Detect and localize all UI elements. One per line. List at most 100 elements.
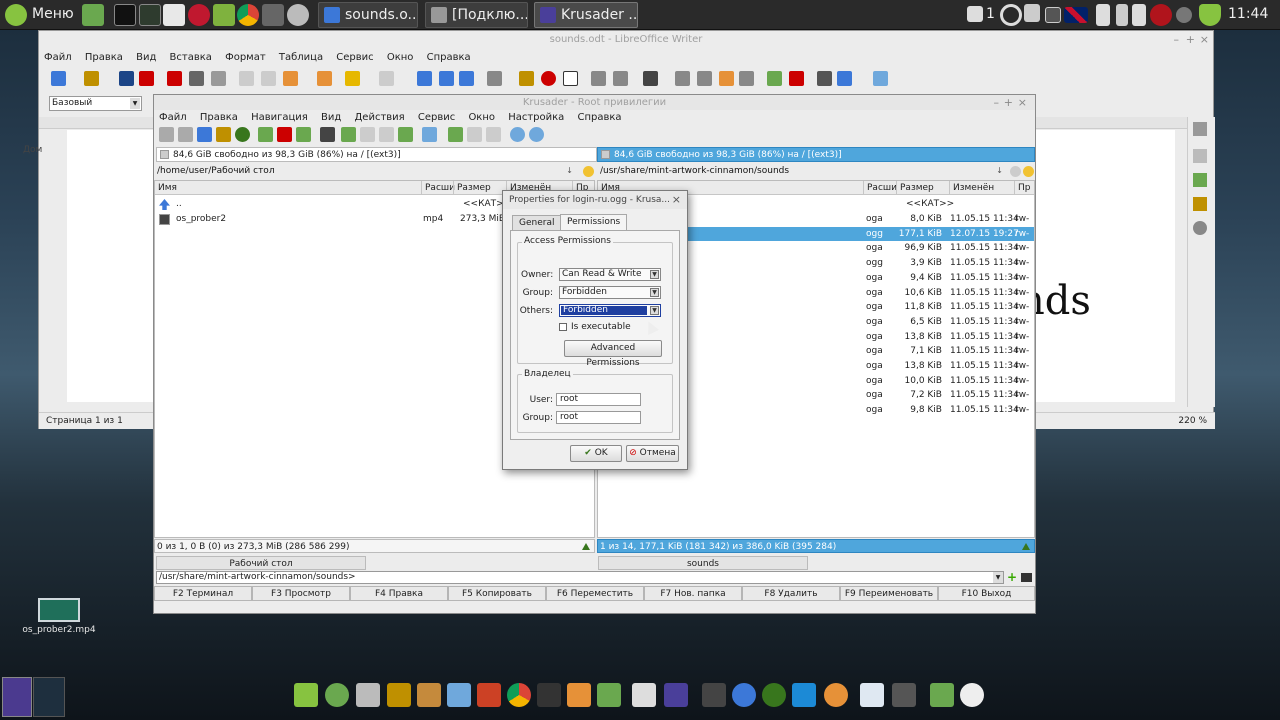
bookmark-star-icon[interactable] xyxy=(583,166,594,177)
tab-permissions[interactable]: Permissions xyxy=(560,214,628,230)
teamviewer-dock-icon[interactable] xyxy=(792,683,816,707)
new-folder-icon[interactable] xyxy=(341,127,356,142)
tab-general[interactable]: General xyxy=(512,215,562,230)
minimize-icon[interactable]: – xyxy=(994,95,1000,110)
zoom-out-icon[interactable] xyxy=(529,127,544,142)
command-line-input[interactable]: /usr/share/mint-artwork-cinnamon/sounds>… xyxy=(156,571,1004,584)
kr-menu-edit[interactable]: Правка xyxy=(200,112,238,123)
text-editor-icon[interactable] xyxy=(163,4,185,26)
monitor-dock-icon[interactable] xyxy=(447,683,471,707)
root-icon[interactable] xyxy=(486,127,501,142)
f4-edit-button[interactable]: F4 Правка xyxy=(350,586,448,601)
textbox-icon[interactable] xyxy=(563,71,578,86)
game-dock-icon[interactable] xyxy=(567,683,591,707)
speaker-app-icon[interactable] xyxy=(287,4,309,26)
globe-dock-icon[interactable] xyxy=(762,683,786,707)
footnote-icon[interactable] xyxy=(697,71,712,86)
hyperlink-icon[interactable] xyxy=(675,71,690,86)
camera-icon[interactable] xyxy=(262,4,284,26)
clock[interactable]: 11:44 xyxy=(1228,6,1268,22)
paste-icon[interactable] xyxy=(283,71,298,86)
task-connection[interactable]: [Подклю... xyxy=(425,2,528,28)
zoom-in-icon[interactable] xyxy=(510,127,525,142)
formatting-marks-icon[interactable] xyxy=(459,71,474,86)
sync-up-icon[interactable] xyxy=(1022,543,1030,550)
undo-icon[interactable] xyxy=(345,71,360,86)
kr-menu-settings[interactable]: Настройка xyxy=(508,112,564,123)
f3-view-button[interactable]: F3 Просмотр xyxy=(252,586,350,601)
forward-icon[interactable] xyxy=(178,127,193,142)
files-dock-icon[interactable] xyxy=(930,683,954,707)
lo-menu-file[interactable]: Файл xyxy=(44,52,72,63)
desktop-file-label[interactable]: os_prober2.mp4 xyxy=(18,625,100,635)
firefox-dock-icon[interactable] xyxy=(824,683,848,707)
col-size[interactable]: Размер xyxy=(896,181,934,195)
workspace-2[interactable] xyxy=(33,677,65,717)
shield-icon[interactable] xyxy=(1199,4,1221,26)
lo-menu-edit[interactable]: Правка xyxy=(85,52,123,63)
owner-permission-select[interactable]: Can Read & Write ▼ xyxy=(559,268,661,281)
kr-menu-navigation[interactable]: Навигация xyxy=(251,112,308,123)
gm-dock-icon[interactable] xyxy=(477,683,501,707)
battery-icon[interactable] xyxy=(1132,4,1146,26)
krusader-dock-icon[interactable] xyxy=(664,683,688,707)
cancel-button[interactable]: ⊘ Отмена xyxy=(626,445,679,462)
col-perm[interactable]: Пр xyxy=(1014,181,1030,195)
record-icon[interactable] xyxy=(1150,4,1172,26)
video-file-desktop-icon[interactable] xyxy=(38,598,80,622)
zoom-level[interactable]: 220 % xyxy=(1178,413,1207,430)
field-icon[interactable] xyxy=(613,71,628,86)
ok-button[interactable]: ✔ OK xyxy=(570,445,622,462)
redo-icon[interactable] xyxy=(379,71,394,86)
f6-move-button[interactable]: F6 Переместить xyxy=(546,586,644,601)
cut-icon[interactable] xyxy=(239,71,254,86)
executable-checkbox[interactable] xyxy=(559,323,567,331)
sidebar-styles-icon[interactable] xyxy=(1193,149,1207,163)
close-icon[interactable]: × xyxy=(672,191,681,209)
document-viewer-dock-icon[interactable] xyxy=(860,683,884,707)
chat-icon[interactable] xyxy=(967,6,983,22)
copy-icon[interactable] xyxy=(261,71,276,86)
chart-icon[interactable] xyxy=(541,71,556,86)
sync-up-icon[interactable] xyxy=(582,543,590,550)
history-dropdown-icon[interactable]: ↓ xyxy=(566,163,573,179)
col-size[interactable]: Размер xyxy=(453,181,491,195)
media-icon[interactable] xyxy=(1010,166,1021,177)
preview-icon[interactable] xyxy=(211,71,226,86)
sync-app-dock-icon[interactable] xyxy=(732,683,756,707)
draw-functions-icon[interactable] xyxy=(873,71,888,86)
archive-dock-icon[interactable] xyxy=(387,683,411,707)
image-viewer-dock-icon[interactable] xyxy=(597,683,621,707)
chess-dock-icon[interactable] xyxy=(892,683,916,707)
col-name[interactable]: Имя xyxy=(155,181,177,195)
kr-titlebar[interactable]: Krusader - Root привилегии – + × xyxy=(154,95,1035,110)
f9-rename-button[interactable]: F9 Переименовать xyxy=(840,586,938,601)
disc-dock-icon[interactable] xyxy=(960,683,984,707)
video-editor-dock-icon[interactable] xyxy=(702,683,726,707)
f7-new-folder-button[interactable]: F7 Нов. папка xyxy=(644,586,742,601)
cherry-icon[interactable] xyxy=(188,4,210,26)
compare-icon[interactable] xyxy=(296,127,311,142)
usb-icon[interactable] xyxy=(1116,4,1128,26)
kr-menu-file[interactable]: Файл xyxy=(159,112,187,123)
refresh-icon[interactable] xyxy=(235,127,250,142)
uk-flag-icon[interactable] xyxy=(1064,7,1088,23)
kr-menu-help[interactable]: Справка xyxy=(578,112,622,123)
table-icon[interactable] xyxy=(487,71,502,86)
kr-menu-view[interactable]: Вид xyxy=(321,112,341,123)
mint-menu-icon[interactable] xyxy=(5,4,27,26)
paragraph-style-select[interactable]: Базовый ▼ xyxy=(49,96,142,111)
others-permission-select[interactable]: Forbidden ▼ xyxy=(559,304,661,317)
sidebar-navigator-icon[interactable] xyxy=(1193,221,1207,235)
f10-exit-button[interactable]: F10 Выход xyxy=(938,586,1035,601)
calculator-dock-icon[interactable] xyxy=(632,683,656,707)
dialog-titlebar[interactable]: Properties for login-ru.ogg - Krusa... × xyxy=(503,191,687,209)
bluetooth-icon[interactable] xyxy=(1096,4,1110,26)
templates-icon[interactable] xyxy=(84,71,99,86)
image-icon[interactable] xyxy=(519,71,534,86)
tux-dock-icon[interactable] xyxy=(537,683,561,707)
unselect-icon[interactable] xyxy=(277,127,292,142)
lo-menu-tools[interactable]: Сервис xyxy=(336,52,373,63)
print-icon[interactable] xyxy=(189,71,204,86)
clone-icon[interactable] xyxy=(317,71,332,86)
